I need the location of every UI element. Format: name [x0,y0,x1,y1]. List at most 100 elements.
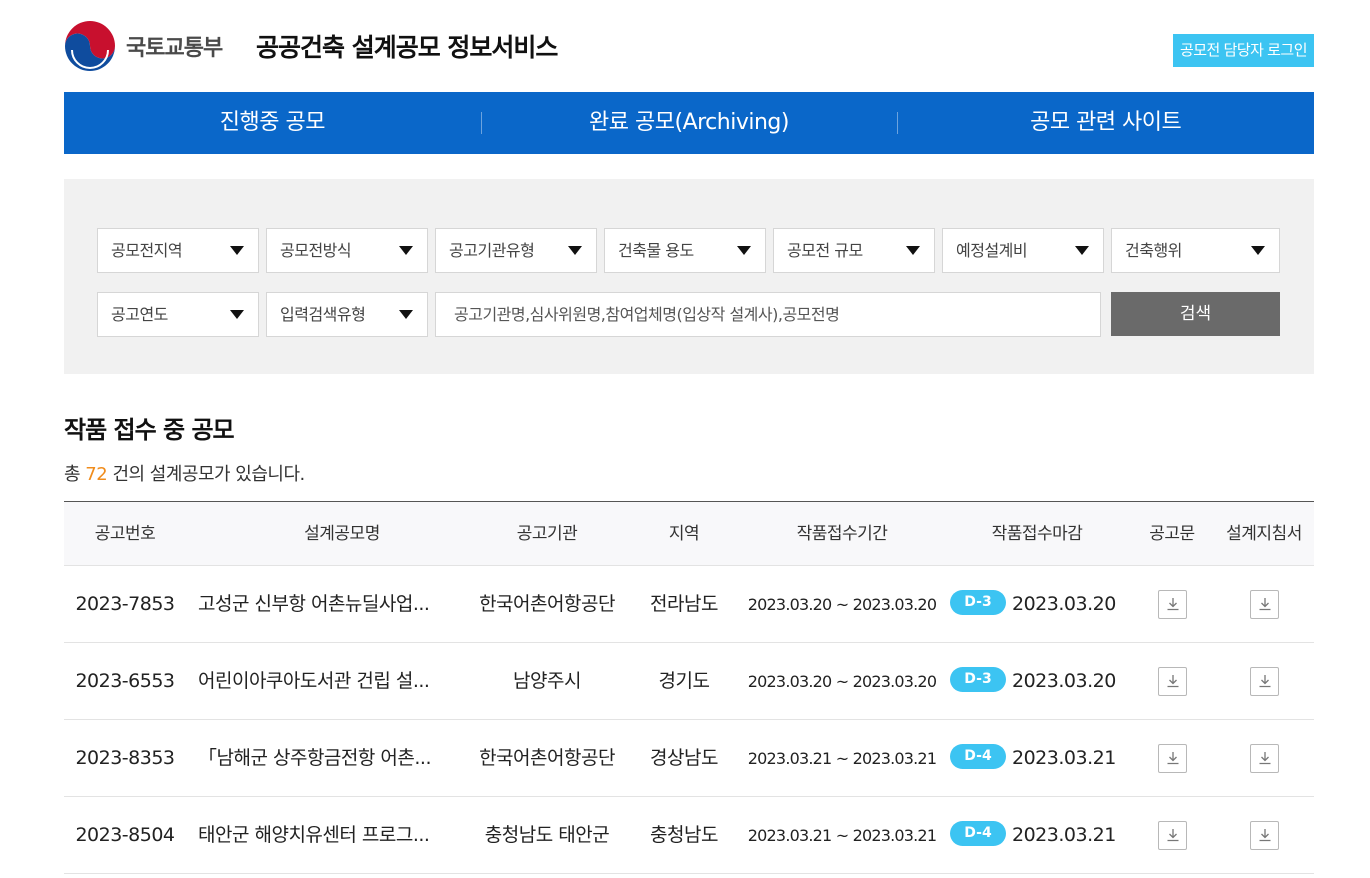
column-header-period: 작품접수기간 [796,524,888,544]
row-contest-name[interactable]: 태안군 해양치유센터 프로그... [198,797,460,874]
row-period: 2023.03.20 ~ 2023.03.20 [747,595,937,614]
caret-down-icon [1075,246,1089,255]
caret-down-icon [1251,246,1265,255]
caret-down-icon [737,246,751,255]
guideline-download-button[interactable] [1250,744,1279,773]
row-period: 2023.03.21 ~ 2023.03.21 [747,826,937,845]
dday-badge: D-3 [950,590,1006,615]
construction-type-select-label: 건축행위 [1125,241,1182,260]
row-deadline: 2023.03.21 [1012,824,1116,846]
column-header-name: 설계공모명 [304,524,380,544]
notice-download-button[interactable] [1158,590,1187,619]
row-agency: 한국어촌어항공단 [479,747,615,769]
row-region: 경상남도 [650,747,718,769]
admin-login-button[interactable]: 공모전 담당자 로그인 [1172,34,1314,67]
row-deadline: 2023.03.21 [1012,747,1116,769]
download-icon [1167,598,1179,611]
section-title: 작품 접수 중 공모 [64,416,235,444]
download-icon [1259,675,1271,688]
search-type-select[interactable]: 입력검색유형 [266,292,428,337]
row-contest-id: 2023-8504 [75,824,175,846]
table-header: 공고번호 설계공모명 공고기관 지역 작품접수기간 작품접수마감 공고문 설계지… [64,502,1314,566]
agency-type-select[interactable]: 공고기관유형 [435,228,597,273]
row-contest-name[interactable]: 「남해군 상주항금전항 어촌... [198,720,460,797]
table-row[interactable]: 2023-8504 태안군 해양치유센터 프로그... 충청남도 태안군 충청남… [64,797,1314,874]
dday-badge: D-4 [950,821,1006,846]
nav-item-archive[interactable]: 완료 공모(Archiving) [480,92,898,154]
count-prefix: 총 [64,464,81,485]
ministry-name: 국토교통부 [126,36,223,61]
row-contest-name[interactable]: 어린이아쿠아도서관 건립 설... [198,643,460,720]
search-type-select-label: 입력검색유형 [280,305,366,324]
count-number: 72 [85,464,108,485]
nav-item-related-sites[interactable]: 공모 관련 사이트 [897,92,1314,154]
method-select[interactable]: 공모전방식 [266,228,428,273]
table-row[interactable]: 2023-7853 고성군 신부항 어촌뉴딜사업... 한국어촌어항공단 전라남… [64,566,1314,643]
scale-select[interactable]: 공모전 규모 [773,228,935,273]
dday-badge: D-3 [950,667,1006,692]
service-title[interactable]: 공공건축 설계공모 정보서비스 [256,28,558,64]
caret-down-icon [399,246,413,255]
government-emblem-logo[interactable] [64,20,116,72]
row-period: 2023.03.21 ~ 2023.03.21 [747,749,937,768]
download-icon [1167,675,1179,688]
year-select[interactable]: 공고연도 [97,292,259,337]
search-input[interactable]: 공고기관명,심사위원명,참여업체명(입상작 설계사),공모전명 [435,292,1101,337]
table-row[interactable]: 2023-6553 어린이아쿠아도서관 건립 설... 남양주시 경기도 202… [64,643,1314,720]
row-deadline: 2023.03.20 [1012,670,1116,692]
download-icon [1259,829,1271,842]
scale-select-label: 공모전 규모 [787,241,863,260]
column-header-deadline: 작품접수마감 [991,524,1083,544]
download-icon [1167,752,1179,765]
search-panel: 공모전지역 공모전방식 공고기관유형 건축물 용도 공모전 규모 예정설계비 건… [64,179,1314,374]
result-count: 총 72 건의 설계공모가 있습니다. [64,460,305,486]
count-suffix: 건의 설계공모가 있습니다. [112,464,305,485]
design-cost-select-label: 예정설계비 [956,241,1028,260]
contest-table: 공고번호 설계공모명 공고기관 지역 작품접수기간 작품접수마감 공고문 설계지… [64,501,1314,874]
row-deadline: 2023.03.20 [1012,593,1116,615]
column-header-agency: 공고기관 [516,524,578,544]
caret-down-icon [230,310,244,319]
site-header: 국토교통부 공공건축 설계공모 정보서비스 공모전 담당자 로그인 [64,18,1314,74]
column-header-guideline: 설계지침서 [1226,524,1302,544]
notice-download-button[interactable] [1158,744,1187,773]
region-select[interactable]: 공모전지역 [97,228,259,273]
agency-type-select-label: 공고기관유형 [449,241,535,260]
notice-download-button[interactable] [1158,667,1187,696]
notice-download-button[interactable] [1158,821,1187,850]
download-icon [1259,598,1271,611]
construction-type-select[interactable]: 건축행위 [1111,228,1280,273]
row-region: 전라남도 [650,593,718,615]
table-row[interactable]: 2023-8353 「남해군 상주항금전항 어촌... 한국어촌어항공단 경상남… [64,720,1314,797]
region-select-label: 공모전지역 [111,241,183,260]
row-region: 경기도 [658,670,710,692]
row-region: 충청남도 [650,824,718,846]
row-contest-name[interactable]: 고성군 신부항 어촌뉴딜사업... [198,566,460,643]
search-button[interactable]: 검색 [1111,292,1280,336]
row-period: 2023.03.20 ~ 2023.03.20 [747,672,937,691]
row-contest-id: 2023-7853 [75,593,175,615]
column-header-id: 공고번호 [94,524,156,544]
column-header-region: 지역 [668,524,700,544]
caret-down-icon [230,246,244,255]
guideline-download-button[interactable] [1250,590,1279,619]
row-agency: 한국어촌어항공단 [479,593,615,615]
row-agency: 남양주시 [513,670,581,692]
design-cost-select[interactable]: 예정설계비 [942,228,1104,273]
download-icon [1259,752,1271,765]
guideline-download-button[interactable] [1250,821,1279,850]
method-select-label: 공모전방식 [280,241,352,260]
guideline-download-button[interactable] [1250,667,1279,696]
caret-down-icon [568,246,582,255]
row-contest-id: 2023-6553 [75,670,175,692]
download-icon [1167,829,1179,842]
building-use-select-label: 건축물 용도 [618,241,694,260]
dday-badge: D-4 [950,744,1006,769]
column-header-notice: 공고문 [1149,524,1195,544]
row-contest-id: 2023-8353 [75,747,175,769]
building-use-select[interactable]: 건축물 용도 [604,228,766,273]
main-nav: 진행중 공모 완료 공모(Archiving) 공모 관련 사이트 [64,92,1314,154]
caret-down-icon [906,246,920,255]
caret-down-icon [399,310,413,319]
nav-item-ongoing[interactable]: 진행중 공모 [64,92,481,154]
